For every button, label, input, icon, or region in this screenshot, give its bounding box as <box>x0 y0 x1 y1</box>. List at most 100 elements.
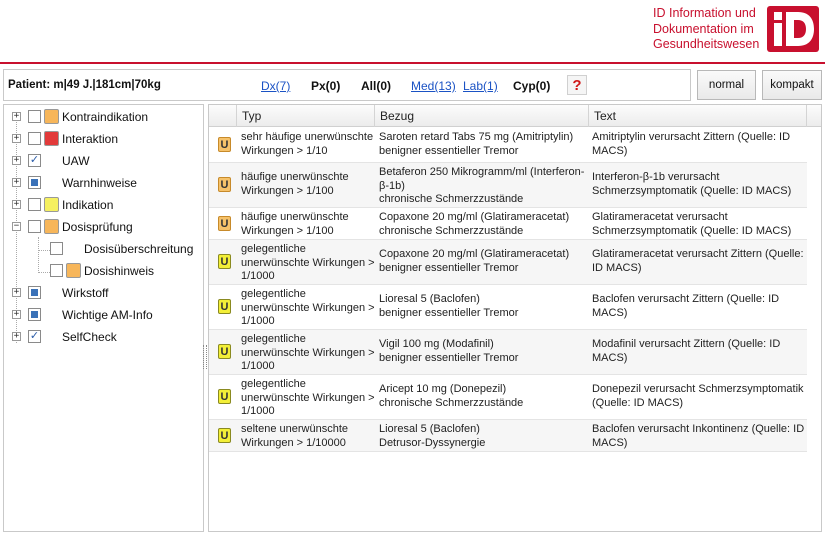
uaw-badge-icon: U <box>218 344 231 359</box>
cell-line: 1/1000 <box>241 360 275 372</box>
cell-line: Vigil 100 mg (Modafinil) <box>379 338 494 350</box>
cell-line: unerwünschte Wirkungen > <box>241 346 375 359</box>
brand-line: Dokumentation im <box>653 21 754 36</box>
cell-line: Baclofen verursacht Zittern (Quelle: ID <box>592 293 780 305</box>
table-row[interactable]: U gelegentliche unerwünschte Wirkungen >… <box>209 330 807 375</box>
checkbox[interactable] <box>50 264 63 277</box>
tree-item-indikation[interactable]: + Indikation <box>4 194 202 216</box>
cell-typ: seltene unerwünschte Wirkungen > 1/10000 <box>241 423 348 450</box>
header-divider <box>0 62 825 64</box>
collapse-icon[interactable]: − <box>12 222 21 231</box>
patient-info: Patient: m|49 J.|181cm|70kg <box>8 79 161 91</box>
tree-item-interaktion[interactable]: + Interaktion <box>4 128 202 150</box>
cell-line: Saroten retard Tabs 75 mg (Amitriptylin) <box>379 131 574 143</box>
expand-icon[interactable]: + <box>12 112 21 121</box>
table-row[interactable]: U gelegentliche unerwünschte Wirkungen >… <box>209 375 807 420</box>
cell-line: Wirkungen > 1/10000 <box>241 436 346 449</box>
color-swatch <box>44 197 59 212</box>
help-button[interactable]: ? <box>567 75 587 95</box>
checkbox[interactable] <box>28 198 41 211</box>
cell-line: benigner essentieller Tremor <box>379 144 519 157</box>
tree-item-selfcheck[interactable]: + ✓ SelfCheck <box>4 326 202 348</box>
expand-icon[interactable]: + <box>12 288 21 297</box>
expand-icon[interactable]: + <box>12 156 21 165</box>
tree-item-kontraindikation[interactable]: + Kontraindikation <box>4 106 202 128</box>
tree-label: SelfCheck <box>62 330 117 344</box>
color-swatch <box>44 109 59 124</box>
cell-line: häufige unerwünschte <box>241 211 349 223</box>
tree-item-dosishinweis[interactable]: Dosishinweis <box>4 260 202 282</box>
expand-icon[interactable]: + <box>12 332 21 341</box>
checkbox-checked[interactable]: ✓ <box>28 330 41 343</box>
cell-line: ID MACS) <box>592 261 642 274</box>
cell-bezug: Lioresal 5 (Baclofen) Detrusor-Dyssynerg… <box>379 423 485 450</box>
cell-typ: gelegentliche unerwünschte Wirkungen > 1… <box>241 243 375 284</box>
uaw-badge-icon: U <box>218 254 231 269</box>
table-row[interactable]: U sehr häufige unerwünschte Wirkungen > … <box>209 128 807 163</box>
expand-icon[interactable]: + <box>12 134 21 143</box>
cell-line: chronische Schmerzzustände <box>379 224 524 237</box>
table-row[interactable]: U häufige unerwünschte Wirkungen > 1/100… <box>209 163 807 208</box>
cell-bezug: Aricept 10 mg (Donepezil) chronische Sch… <box>379 383 523 410</box>
checkbox-partial[interactable] <box>28 308 41 321</box>
nav-lab-link[interactable]: Lab(1) <box>463 79 498 93</box>
tree-item-warnhinweise[interactable]: + Warnhinweise <box>4 172 202 194</box>
expand-icon[interactable]: + <box>12 310 21 319</box>
cell-text: Donepezil verursacht Schmerzsymptomatik … <box>592 383 804 410</box>
compact-view-button[interactable]: kompakt <box>762 70 822 100</box>
table-row[interactable]: U häufige unerwünschte Wirkungen > 1/100… <box>209 208 807 240</box>
nav-med-link[interactable]: Med(13) <box>411 79 456 93</box>
cell-line: Amitriptylin verursacht Zittern (Quelle:… <box>592 131 791 143</box>
checkbox[interactable] <box>50 242 63 255</box>
tree-item-wichtige-am-info[interactable]: + Wichtige AM-Info <box>4 304 202 326</box>
cell-line: MACS) <box>592 144 628 157</box>
cell-line: Glatirameracetat verursacht <box>592 211 728 223</box>
tree-item-uaw[interactable]: + ✓ UAW <box>4 150 202 172</box>
cell-line: gelegentliche <box>241 243 306 255</box>
tree-item-wirkstoff[interactable]: + Wirkstoff <box>4 282 202 304</box>
cell-line: benigner essentieller Tremor <box>379 261 519 274</box>
uaw-badge-icon: U <box>218 177 231 192</box>
cell-line: Wirkungen > 1/100 <box>241 184 334 197</box>
panel-splitter[interactable] <box>203 345 207 369</box>
cell-line: MACS) <box>592 306 628 319</box>
column-header-typ[interactable]: Typ <box>237 105 375 127</box>
checkbox-partial[interactable] <box>28 176 41 189</box>
cell-text: Glatirameracetat verursacht Zittern (Que… <box>592 248 804 275</box>
column-header-badge[interactable] <box>209 105 237 127</box>
cell-line: 1/1000 <box>241 270 275 282</box>
expand-icon[interactable]: + <box>12 178 21 187</box>
brand-line: Gesundheitswesen <box>653 37 760 51</box>
uaw-badge-icon: U <box>218 389 231 404</box>
color-swatch <box>44 131 59 146</box>
tree-label: UAW <box>62 154 90 168</box>
cell-typ: sehr häufige unerwünschte Wirkungen > 1/… <box>241 131 373 158</box>
checkbox-partial[interactable] <box>28 286 41 299</box>
table-row[interactable]: U gelegentliche unerwünschte Wirkungen >… <box>209 240 807 285</box>
checkbox[interactable] <box>28 110 41 123</box>
nav-px: Px(0) <box>311 79 341 93</box>
cell-text: Baclofen verursacht Inkontinenz (Quelle:… <box>592 423 804 450</box>
cell-text: Amitriptylin verursacht Zittern (Quelle:… <box>592 131 790 158</box>
cell-text: Glatirameracetat verursacht Schmerzsympt… <box>592 211 791 238</box>
column-header-bezug[interactable]: Bezug <box>375 105 589 127</box>
table-row[interactable]: U gelegentliche unerwünschte Wirkungen >… <box>209 285 807 330</box>
tree-label: Wichtige AM-Info <box>62 308 153 322</box>
color-swatch <box>66 263 81 278</box>
checkbox[interactable] <box>28 132 41 145</box>
cell-line: gelegentliche <box>241 288 306 300</box>
cell-line: häufige unerwünschte <box>241 171 349 183</box>
nav-dx-link[interactable]: Dx(7) <box>261 79 290 93</box>
cell-typ: häufige unerwünschte Wirkungen > 1/100 <box>241 211 349 238</box>
table-row[interactable]: U seltene unerwünschte Wirkungen > 1/100… <box>209 420 807 452</box>
cell-line: Glatirameracetat verursacht Zittern (Que… <box>592 248 804 260</box>
expand-icon[interactable]: + <box>12 200 21 209</box>
cell-typ: gelegentliche unerwünschte Wirkungen > 1… <box>241 288 375 329</box>
normal-view-button[interactable]: normal <box>697 70 756 100</box>
checkbox-checked[interactable]: ✓ <box>28 154 41 167</box>
column-header-text[interactable]: Text <box>589 105 807 127</box>
tree-item-dosisueberschreitung[interactable]: Dosisüberschreitung <box>4 238 202 260</box>
cell-line: 1/1000 <box>241 405 275 417</box>
checkbox[interactable] <box>28 220 41 233</box>
tree-item-dosispruefung[interactable]: − Dosisprüfung <box>4 216 202 238</box>
